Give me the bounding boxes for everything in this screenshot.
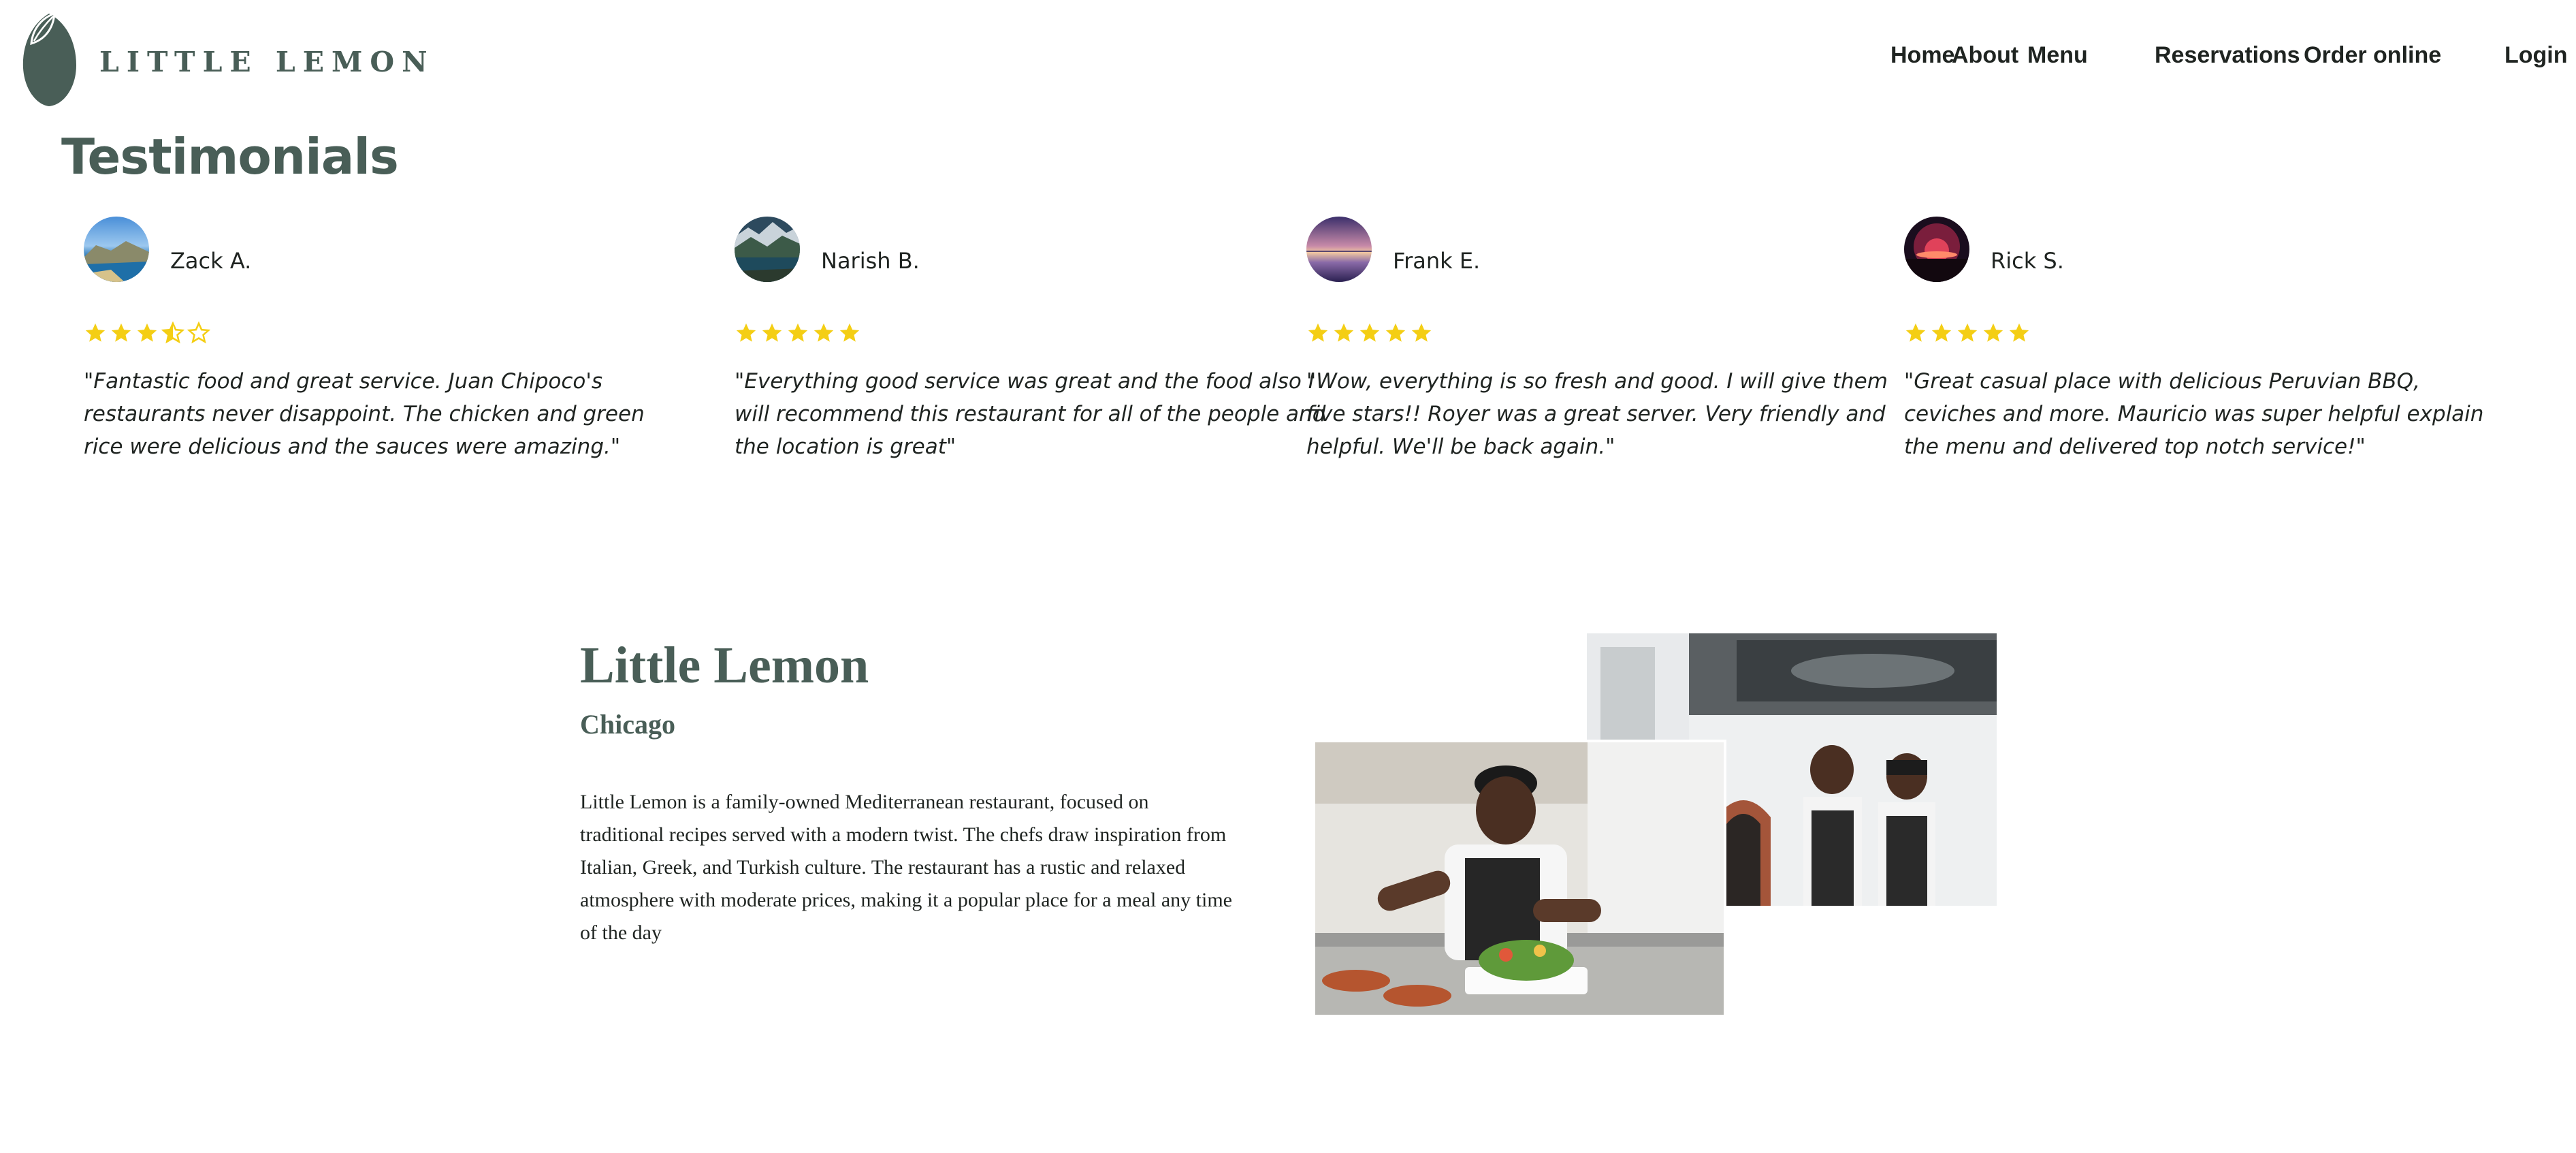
nav-menu[interactable]: Menu <box>2027 42 2088 69</box>
star-icon <box>1359 323 1380 342</box>
star-rating <box>84 321 210 345</box>
testimonials-title: Testimonials <box>61 128 399 185</box>
star-icon <box>814 323 834 342</box>
star-icon <box>1931 323 1952 342</box>
star-icon <box>736 323 756 342</box>
reviewer-name: Rick S. <box>1991 248 2064 274</box>
brand-name: LITTLE LEMON <box>99 46 435 78</box>
star-icon <box>1334 323 1354 342</box>
avatar <box>1306 217 1372 282</box>
about-description: Little Lemon is a family-owned Mediterra… <box>580 791 1232 944</box>
star-icon <box>788 323 808 342</box>
brand-logo[interactable]: LITTLE LEMON <box>19 10 435 108</box>
avatar <box>1904 217 1969 282</box>
testimonial-quote: "Fantastic food and great service. Juan … <box>84 369 645 459</box>
chef-plating-photo <box>1315 742 1724 1015</box>
nav-home[interactable]: Home <box>1890 42 1954 69</box>
reviewer-name: Zack A. <box>170 248 252 274</box>
star-icon <box>1983 323 2003 342</box>
testimonial-quote: "Everything good service was great and t… <box>735 369 1326 459</box>
nav-login[interactable]: Login <box>2505 42 2568 69</box>
star-outline-icon <box>187 321 210 344</box>
star-icon <box>111 323 131 342</box>
star-icon <box>137 323 157 342</box>
star-icon <box>85 323 106 342</box>
star-icon <box>1905 323 1926 342</box>
star-rating <box>1904 321 2031 345</box>
star-icon <box>1411 323 1432 342</box>
reviewer-name: Frank E. <box>1393 248 1481 274</box>
star-icon <box>762 323 782 342</box>
star-icon <box>1957 323 1978 342</box>
star-icon <box>2009 323 2029 342</box>
lemon-icon <box>22 12 76 106</box>
about-subtitle: Chicago <box>580 709 675 740</box>
star-rating <box>735 321 861 345</box>
star-icon <box>1385 323 1406 342</box>
star-half-icon <box>161 321 184 344</box>
nav-about[interactable]: About <box>1952 42 2018 69</box>
nav-reservations[interactable]: Reservations <box>2155 42 2300 69</box>
avatar <box>84 217 149 282</box>
testimonial-quote: "Great casual place with delicious Peruv… <box>1904 369 2484 459</box>
star-rating <box>1306 321 1433 345</box>
star-icon <box>1308 323 1328 342</box>
avatar <box>735 217 800 282</box>
star-icon <box>839 323 860 342</box>
testimonial-quote: "Wow, everything is so fresh and good. I… <box>1306 369 1888 459</box>
nav-order-online[interactable]: Order online <box>2304 42 2441 69</box>
reviewer-name: Narish B. <box>821 248 920 274</box>
about-title: Little Lemon <box>580 637 869 694</box>
